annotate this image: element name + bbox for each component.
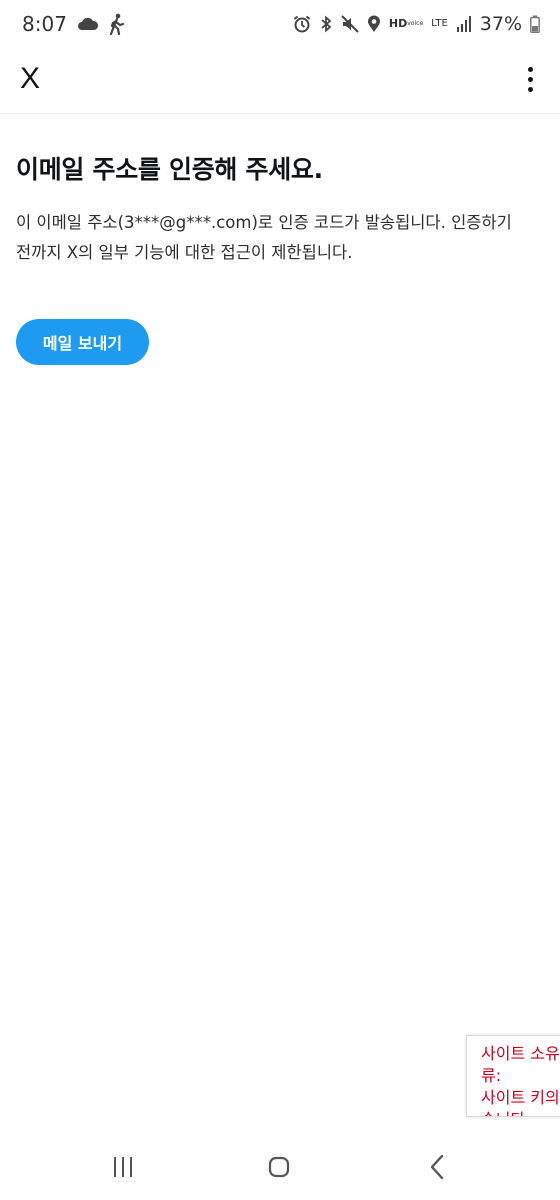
home-icon[interactable] xyxy=(266,1154,292,1180)
system-nav-bar xyxy=(0,1130,560,1200)
battery-icon xyxy=(530,15,540,33)
battery-percent: 37% xyxy=(479,13,522,35)
walking-icon xyxy=(109,13,125,35)
more-dot xyxy=(527,86,533,92)
x-logo[interactable]: X xyxy=(20,62,40,96)
lte-icon: LTE xyxy=(431,19,448,29)
status-bar-left: 8:07 xyxy=(22,12,125,36)
status-bar-right: HD voice LTE 37% xyxy=(293,13,540,35)
toast-line-1: 사이트 소유 xyxy=(481,1044,560,1063)
bluetooth-icon xyxy=(319,15,333,33)
description-line-1: 이 이메일 주소(3***@g***.com)로 인증 코드가 발송됩니다. 인… xyxy=(16,213,512,232)
recents-icon[interactable] xyxy=(110,1154,136,1180)
verification-description: 이 이메일 주소(3***@g***.com)로 인증 코드가 발송됩니다. 인… xyxy=(16,208,546,268)
more-dot xyxy=(527,66,533,72)
app-header: X xyxy=(0,48,560,114)
more-dot xyxy=(527,76,533,82)
alarm-icon xyxy=(293,15,311,33)
location-icon xyxy=(367,15,381,33)
status-time: 8:07 xyxy=(22,12,67,36)
toast-line-2: 류: xyxy=(481,1066,502,1085)
hd-sub-label: voice xyxy=(407,20,424,27)
toast-line-4: 습니다 xyxy=(481,1109,560,1116)
toast-line-3: 사이트 키의 xyxy=(481,1088,560,1107)
send-email-button[interactable]: 메일 보내기 xyxy=(16,319,149,365)
cloud-icon xyxy=(77,17,99,31)
lte-label: LTE xyxy=(431,18,448,29)
description-line-2: 전까지 X의 일부 기능에 대한 접근이 제한됩니다. xyxy=(16,243,353,262)
page-title: 이메일 주소를 인증해 주세요. xyxy=(16,155,323,184)
mute-icon xyxy=(341,15,359,33)
more-options-icon[interactable] xyxy=(518,62,542,96)
hd-label: HD xyxy=(388,17,408,30)
back-icon[interactable] xyxy=(424,1154,450,1180)
signal-icon xyxy=(456,15,472,33)
status-bar: 8:07 HD voice LTE 37% xyxy=(0,0,560,48)
error-toast: 사이트 소유 류: 사이트 키의 습니다 xyxy=(466,1035,560,1117)
hd-voice-icon: HD voice xyxy=(388,17,424,30)
